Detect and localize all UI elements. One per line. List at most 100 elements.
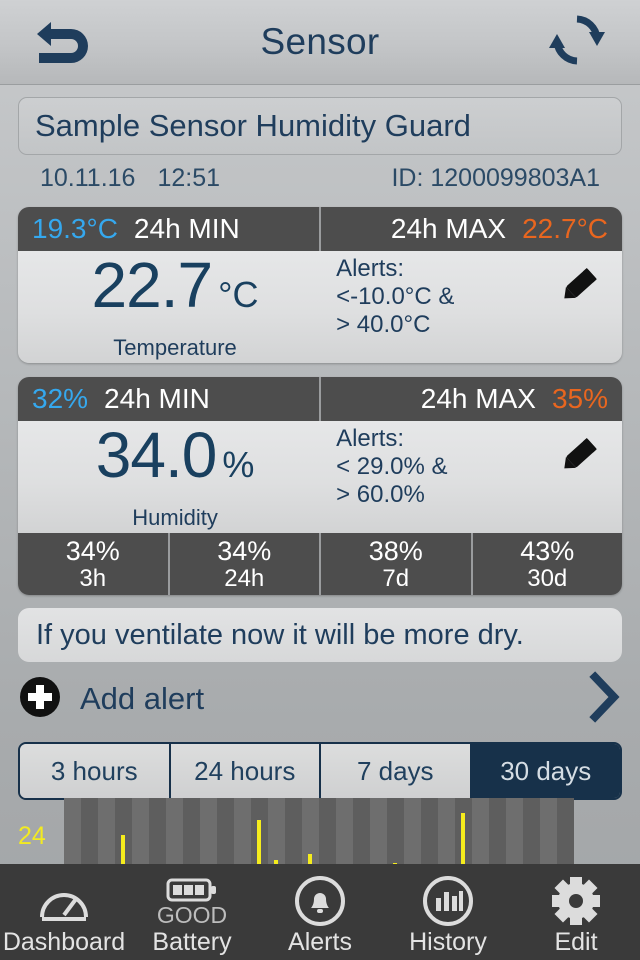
humidity-minmax-strip: 32% 24h MIN 24h MAX 35% (18, 377, 622, 421)
chart-band (557, 798, 574, 864)
history-value: 34% (65, 535, 120, 566)
tab-history[interactable]: History (384, 864, 512, 960)
chart-band (506, 798, 523, 864)
history-period: 7d (382, 564, 410, 592)
sensor-name-input[interactable]: Sample Sensor Humidity Guard (18, 97, 622, 155)
history-cell: 34% 24h (170, 533, 321, 595)
chart-band (353, 798, 370, 864)
tab-label: Dashboard (2, 928, 126, 956)
history-cell: 43% 30d (473, 533, 623, 595)
chart-bar (308, 854, 313, 864)
humidity-min-group: 32% 24h MIN (18, 377, 321, 421)
chart-band (404, 798, 421, 864)
history-period: 30d (527, 564, 568, 592)
temperature-unit: °C (218, 274, 259, 315)
chart-band (200, 798, 217, 864)
chart-band (438, 798, 455, 864)
tab-alerts[interactable]: Alerts (256, 864, 384, 960)
chart-band (336, 798, 353, 864)
humidity-min-value: 32% (32, 383, 89, 414)
chart-y-tick-label: 24 (18, 822, 46, 850)
humidity-unit: % (222, 444, 255, 485)
tab-label: Alerts (288, 928, 352, 956)
humidity-max-label: 24h MAX (420, 383, 536, 414)
history-value: 34% (217, 535, 272, 566)
battery-icon: GOOD (157, 873, 227, 929)
gauge-icon (36, 873, 92, 929)
chart-bar (257, 820, 262, 864)
chart-band (81, 798, 98, 864)
add-alert-row[interactable]: Add alert (18, 670, 622, 728)
history-value: 43% (520, 535, 575, 566)
tab-label: History (409, 928, 487, 956)
chart-band (166, 798, 183, 864)
bar-chart-icon (421, 873, 475, 929)
chart-band (540, 798, 557, 864)
tab-label: Battery (152, 928, 232, 956)
sensor-id: ID: 1200099803A1 (391, 164, 600, 192)
humidity-label: Humidity (132, 505, 218, 530)
chart-band (183, 798, 200, 864)
temperature-edit-button[interactable] (554, 263, 608, 309)
history-cell: 34% 3h (18, 533, 170, 595)
chart-band (387, 798, 404, 864)
refresh-icon (547, 12, 607, 73)
chevron-right-icon[interactable] (588, 670, 622, 728)
temperature-label: Temperature (113, 335, 237, 360)
temperature-card-body: 22.7 °C Temperature Alerts: <-10.0°C & >… (18, 251, 622, 363)
chart-band (234, 798, 251, 864)
gear-icon (549, 873, 603, 929)
tab-battery[interactable]: GOOD Battery (128, 864, 256, 960)
history-chart[interactable]: 24 (0, 788, 640, 864)
sensor-time: 12:51 (157, 164, 221, 192)
top-navigation-bar: Sensor (0, 0, 640, 85)
sensor-title-section: Sample Sensor Humidity Guard 10.11.16 12… (0, 85, 640, 193)
humidity-max-group: 24h MAX 35% (321, 377, 622, 421)
temperature-reading-column: 22.7 °C Temperature (18, 251, 332, 363)
temperature-min-value: 19.3°C (32, 213, 118, 244)
bell-icon (293, 873, 347, 929)
humidity-reading: 34.0 % (18, 423, 332, 487)
chart-bar (121, 835, 126, 864)
chart-band (64, 798, 81, 864)
temperature-min-group: 19.3°C 24h MIN (18, 207, 321, 251)
sensor-date: 10.11.16 (40, 164, 136, 192)
add-alert-label: Add alert (80, 681, 205, 716)
temperature-min-label: 24h MIN (133, 213, 240, 244)
chart-band (319, 798, 336, 864)
temperature-alert-high: > 40.0°C (336, 311, 431, 338)
temperature-card: 19.3°C 24h MIN 24h MAX 22.7°C 22.7 °C Te… (18, 207, 622, 363)
chart-band (132, 798, 149, 864)
humidity-alert-high: > 60.0% (336, 481, 425, 508)
temperature-max-value: 22.7°C (522, 213, 608, 244)
humidity-history-strip: 34% 3h 34% 24h 38% 7d 43% 30d (18, 533, 622, 595)
tab-edit[interactable]: Edit (512, 864, 640, 960)
humidity-value: 34.0 (95, 419, 218, 491)
chart-band (523, 798, 540, 864)
humidity-card: 32% 24h MIN 24h MAX 35% 34.0 % Humidity … (18, 377, 622, 595)
bottom-tab-bar: Dashboard GOOD Battery Alerts History Ed… (0, 864, 640, 960)
temperature-reading: 22.7 °C (18, 253, 332, 317)
battery-status: GOOD (156, 901, 228, 928)
plus-circle-icon (18, 675, 62, 724)
tab-label: Edit (554, 928, 598, 956)
refresh-button[interactable] (532, 8, 622, 76)
pencil-icon (558, 263, 604, 310)
history-value: 38% (368, 535, 423, 566)
chart-band (149, 798, 166, 864)
temperature-minmax-strip: 19.3°C 24h MIN 24h MAX 22.7°C (18, 207, 622, 251)
history-cell: 38% 7d (321, 533, 473, 595)
chart-band (268, 798, 285, 864)
chart-band (217, 798, 234, 864)
humidity-edit-button[interactable] (554, 433, 608, 479)
chart-bar (461, 813, 466, 864)
sensor-meta-row: 10.11.16 12:51 ID: 1200099803A1 (18, 155, 622, 193)
advice-message: If you ventilate now it will be more dry… (18, 608, 622, 662)
chart-plot-area (64, 798, 574, 864)
temperature-max-group: 24h MAX 22.7°C (321, 207, 622, 251)
tab-dashboard[interactable]: Dashboard (0, 864, 128, 960)
history-period: 3h (79, 564, 107, 592)
humidity-card-body: 34.0 % Humidity Alerts: < 29.0% & > 60.0… (18, 421, 622, 533)
chart-band (370, 798, 387, 864)
chart-band (472, 798, 489, 864)
